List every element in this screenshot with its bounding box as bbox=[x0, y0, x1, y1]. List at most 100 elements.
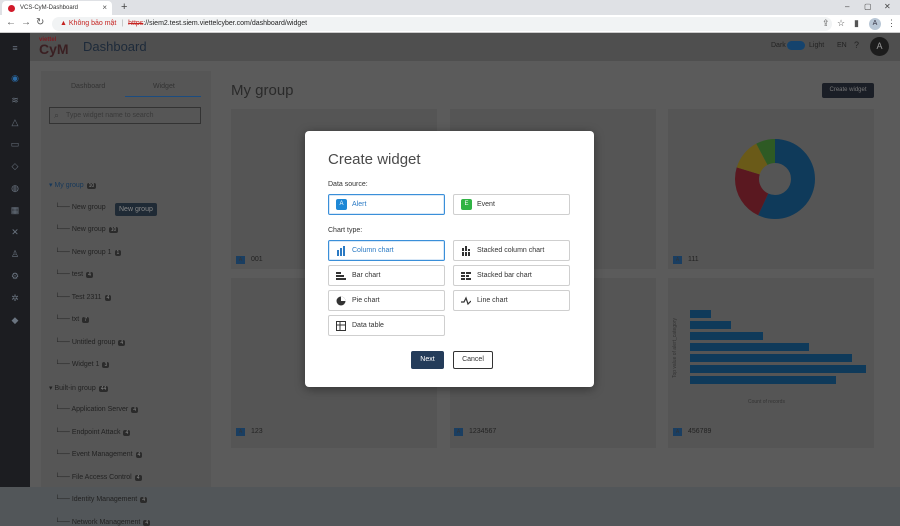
tree-item[interactable]: └── Endpoint Attack 4 bbox=[55, 428, 131, 436]
browser-tabbar: VCS-CyM-Dashboard × + – ▢ ✕ bbox=[0, 0, 900, 15]
count-badge: 4 bbox=[140, 497, 147, 503]
widget-card[interactable] bbox=[668, 109, 874, 269]
browser-menu-icon[interactable]: ⋮ bbox=[887, 18, 896, 29]
tree-item[interactable]: └── New group 10 bbox=[55, 226, 119, 233]
chart-type-column[interactable]: Column chart bbox=[328, 240, 445, 261]
create-widget-dialog: Create widget Data source: A Alert E Eve… bbox=[305, 131, 594, 387]
tree-item[interactable]: └── Widget 13 bbox=[55, 361, 110, 368]
card-name: 456789 bbox=[688, 428, 712, 435]
widget-card[interactable]: Top value of alert_category Count of rec… bbox=[668, 278, 874, 448]
security-nav-icon[interactable]: ◍ bbox=[9, 183, 21, 193]
browser-tab[interactable]: VCS-CyM-Dashboard × bbox=[2, 1, 112, 15]
language-switch[interactable]: EN bbox=[837, 42, 847, 49]
new-tab-button[interactable]: + bbox=[121, 1, 127, 13]
chart-type-stacked-bar[interactable]: Stacked bar chart bbox=[453, 265, 570, 286]
tools-nav-icon[interactable]: ✕ bbox=[9, 227, 21, 237]
grid-nav-icon[interactable]: ▦ bbox=[9, 205, 21, 215]
cancel-button[interactable]: Cancel bbox=[453, 351, 493, 369]
chart-type-bar[interactable]: Bar chart bbox=[328, 265, 445, 286]
chart-type-pie[interactable]: Pie chart bbox=[328, 290, 445, 311]
tree-item[interactable]: └── New group bbox=[55, 204, 106, 211]
close-tab-icon[interactable]: × bbox=[102, 3, 107, 12]
tree-branch-icon: └── bbox=[55, 428, 72, 436]
line-chart-icon bbox=[461, 296, 472, 306]
next-button[interactable]: Next bbox=[411, 351, 444, 369]
bar-mark bbox=[690, 376, 836, 384]
theme-light-label: Light bbox=[809, 42, 825, 49]
alert-nav-icon[interactable]: △ bbox=[9, 117, 21, 127]
reload-icon[interactable]: ↻ bbox=[36, 17, 44, 28]
sidepanel-icon[interactable]: ▮ bbox=[854, 18, 859, 29]
forward-icon[interactable]: → bbox=[21, 17, 31, 28]
logo[interactable]: viettel CyM bbox=[39, 36, 69, 56]
minimize-icon[interactable]: – bbox=[845, 2, 849, 11]
card-name: 123 bbox=[251, 428, 263, 435]
tree-branch-icon: └── bbox=[55, 496, 72, 503]
hamburger-menu-icon[interactable]: ≡ bbox=[9, 43, 21, 53]
tree-group[interactable]: ▾ Built-in group 44 bbox=[49, 384, 109, 392]
tree-item[interactable]: └── New group 11 bbox=[55, 248, 122, 256]
tree-item[interactable]: └── Event Management 4 bbox=[55, 451, 143, 458]
tree-item[interactable]: └── test 4 bbox=[55, 271, 93, 278]
tree-label: Untitled group bbox=[71, 338, 116, 346]
dialog-title: Create widget bbox=[328, 151, 421, 168]
bookmark-star-icon[interactable]: ☆ bbox=[837, 18, 845, 29]
option-label: Data table bbox=[352, 322, 384, 329]
active-tab-indicator bbox=[125, 96, 201, 97]
tree-label: txt bbox=[71, 316, 80, 323]
settings-nav-icon[interactable]: ✲ bbox=[9, 293, 21, 303]
tree-branch-icon: └── bbox=[55, 518, 72, 526]
back-icon[interactable]: ← bbox=[6, 17, 16, 28]
chart-type-data-table[interactable]: Data table bbox=[328, 315, 445, 336]
reports-nav-icon[interactable]: ≋ bbox=[9, 95, 21, 105]
tree-label: Built-in group bbox=[54, 384, 96, 392]
shield-nav-icon[interactable]: ◇ bbox=[9, 161, 21, 171]
count-badge: 4 bbox=[123, 429, 131, 436]
chart-type-stacked-column[interactable]: Stacked column chart bbox=[453, 240, 570, 261]
tree-branch-icon: └── bbox=[55, 293, 72, 301]
count-badge: 4 bbox=[118, 339, 126, 346]
tree-item[interactable]: └── Identity Management 4 bbox=[55, 496, 147, 503]
share-icon[interactable]: ⇪ bbox=[822, 18, 830, 29]
policy-nav-icon[interactable]: ◆ bbox=[9, 315, 21, 325]
chart-type-line[interactable]: Line chart bbox=[453, 290, 570, 311]
tree-branch-icon: └── bbox=[55, 248, 72, 256]
url-field[interactable]: ▲ Không bảo mật | https://siem2.test.sie… bbox=[52, 17, 832, 31]
user-avatar[interactable]: A bbox=[870, 37, 889, 56]
users-nav-icon[interactable]: ♙ bbox=[9, 249, 21, 259]
tree-item[interactable]: └── File Access Control 4 bbox=[55, 474, 142, 481]
card-name: 111 bbox=[688, 256, 699, 263]
monitor-nav-icon[interactable]: ▭ bbox=[9, 139, 21, 149]
theme-toggle[interactable] bbox=[787, 41, 805, 50]
tree-item[interactable]: └── Application Server 4 bbox=[55, 406, 139, 413]
close-window-icon[interactable]: ✕ bbox=[884, 2, 891, 11]
tree-branch-icon: └── bbox=[55, 338, 72, 346]
tab-widget[interactable]: Widget bbox=[153, 83, 175, 90]
tree-item[interactable]: └── Network Management 4 bbox=[55, 518, 151, 526]
tree-label: Endpoint Attack bbox=[71, 428, 121, 436]
widget-panel: Dashboard Widget ⌕ Type widget name to s… bbox=[41, 71, 211, 526]
dashboard-nav-icon[interactable]: ◉ bbox=[9, 73, 21, 83]
tree-item[interactable]: └── Test 2311 4 bbox=[55, 293, 112, 301]
tree-item[interactable]: └── txt 7 bbox=[55, 316, 89, 323]
browser-profile-avatar[interactable]: A bbox=[869, 18, 881, 30]
tree-group[interactable]: ▾ My group 10 bbox=[49, 181, 97, 189]
tree-branch-icon: └── bbox=[55, 473, 72, 481]
tab-dashboard[interactable]: Dashboard bbox=[71, 83, 105, 90]
card-label: A 123 bbox=[236, 428, 263, 436]
bar-mark bbox=[690, 354, 852, 362]
maximize-icon[interactable]: ▢ bbox=[864, 2, 872, 11]
tree-branch-icon: └── bbox=[55, 361, 72, 368]
count-badge: 10 bbox=[86, 183, 97, 189]
data-source-event[interactable]: E Event bbox=[453, 194, 570, 215]
help-icon[interactable]: ? bbox=[854, 40, 859, 50]
create-widget-button[interactable]: Create widget bbox=[822, 83, 874, 98]
widget-search-input[interactable]: ⌕ Type widget name to search bbox=[49, 107, 201, 124]
network-nav-icon[interactable]: ⚙ bbox=[9, 271, 21, 281]
address-bar: ← → ↻ ▲ Không bảo mật | https://siem2.te… bbox=[0, 15, 900, 33]
card-label: A 456789 bbox=[673, 428, 711, 436]
tree-item[interactable]: └── Untitled group 4 bbox=[55, 338, 126, 346]
bar-x-axis-label: Count of records bbox=[748, 399, 785, 405]
data-source-alert[interactable]: A Alert bbox=[328, 194, 445, 215]
count-badge: 1 bbox=[114, 249, 122, 256]
